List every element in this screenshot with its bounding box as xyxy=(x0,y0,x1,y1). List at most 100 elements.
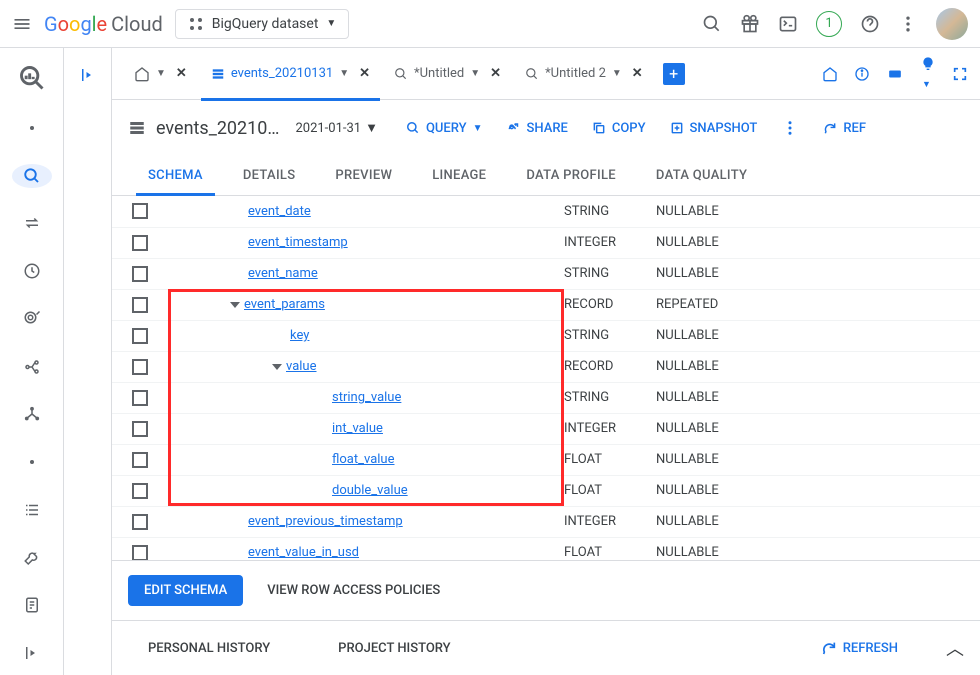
tab-lineage[interactable]: LINEAGE xyxy=(412,156,506,195)
copy-button[interactable]: COPY xyxy=(592,121,646,136)
row-checkbox[interactable] xyxy=(132,203,148,219)
notification-badge[interactable]: 1 xyxy=(816,11,842,37)
row-checkbox[interactable] xyxy=(132,514,148,530)
tab-preview[interactable]: PREVIEW xyxy=(315,156,412,195)
expand-up-icon[interactable]: ︿ xyxy=(946,635,964,661)
nav-bigquery-icon[interactable] xyxy=(12,64,52,92)
nav-clock-icon[interactable] xyxy=(12,259,52,283)
personal-history-button[interactable]: PERSONAL HISTORY xyxy=(128,641,270,656)
row-checkbox[interactable] xyxy=(132,390,148,406)
field-mode: NULLABLE xyxy=(656,258,980,289)
help-icon[interactable] xyxy=(860,14,880,34)
field-link[interactable]: event_name xyxy=(248,266,318,281)
schema-footer: EDIT SCHEMA VIEW ROW ACCESS POLICIES xyxy=(112,560,980,620)
nav-tree-icon[interactable] xyxy=(12,403,52,427)
tab-untitled-1[interactable]: *Untitled ▼ ✕ xyxy=(384,48,511,100)
close-icon[interactable]: ✕ xyxy=(176,66,187,81)
field-mode: NULLABLE xyxy=(656,320,980,351)
field-link[interactable]: value xyxy=(286,359,317,374)
info-icon[interactable] xyxy=(854,66,870,82)
tab-details[interactable]: DETAILS xyxy=(223,156,316,195)
field-link[interactable]: key xyxy=(290,328,309,343)
caret-down-icon[interactable] xyxy=(272,364,282,370)
add-tab-button[interactable]: + xyxy=(663,63,685,85)
field-link[interactable]: event_date xyxy=(248,204,311,219)
field-link[interactable]: string_value xyxy=(332,390,401,405)
search-icon[interactable] xyxy=(702,14,722,34)
schema-row: string_valueSTRINGNULLABLE xyxy=(112,382,980,413)
tab-untitled-2[interactable]: *Untitled 2 ▼ ✕ xyxy=(515,48,653,100)
google-cloud-logo[interactable]: Google Cloud xyxy=(44,12,163,36)
query-icon xyxy=(525,67,539,81)
bulb-icon[interactable]: ▼ xyxy=(920,56,936,91)
tab-events[interactable]: events_20210131 ▼ ✕ xyxy=(201,48,380,100)
row-checkbox[interactable] xyxy=(132,235,148,251)
schema-row: event_nameSTRINGNULLABLE xyxy=(112,258,980,289)
project-history-button[interactable]: PROJECT HISTORY xyxy=(318,641,450,656)
more-actions-icon[interactable] xyxy=(781,119,799,137)
row-checkbox[interactable] xyxy=(132,297,148,313)
more-icon[interactable] xyxy=(898,14,918,34)
refresh-button[interactable]: REF xyxy=(823,121,866,136)
tab-data-profile[interactable]: DATA PROFILE xyxy=(506,156,636,195)
close-icon[interactable]: ✕ xyxy=(490,66,501,81)
fullscreen-icon[interactable] xyxy=(952,66,968,82)
detail-tabs: SCHEMA DETAILS PREVIEW LINEAGE DATA PROF… xyxy=(112,156,980,196)
view-row-access-button[interactable]: VIEW ROW ACCESS POLICIES xyxy=(267,583,440,598)
row-checkbox[interactable] xyxy=(132,452,148,468)
row-checkbox[interactable] xyxy=(132,359,148,375)
nav-list-icon[interactable] xyxy=(12,498,52,522)
terminal-icon[interactable] xyxy=(778,14,798,34)
gift-icon[interactable] xyxy=(740,14,760,34)
close-icon[interactable]: ✕ xyxy=(632,66,643,81)
nav-doc-icon[interactable] xyxy=(12,594,52,618)
field-link[interactable]: event_value_in_usd xyxy=(248,545,359,560)
field-link[interactable]: double_value xyxy=(332,483,408,498)
nav-transfer-icon[interactable] xyxy=(12,212,52,236)
edit-schema-button[interactable]: EDIT SCHEMA xyxy=(128,575,243,606)
row-checkbox[interactable] xyxy=(132,483,148,499)
row-checkbox[interactable] xyxy=(132,421,148,437)
query-button[interactable]: QUERY▼ xyxy=(406,121,483,136)
nav-search-icon[interactable] xyxy=(12,164,52,188)
field-link[interactable]: int_value xyxy=(332,421,383,436)
nav-dot2-icon[interactable] xyxy=(12,450,52,474)
nav-dot-icon[interactable] xyxy=(12,116,52,140)
snapshot-button[interactable]: SNAPSHOT xyxy=(670,121,758,136)
field-link[interactable]: event_previous_timestamp xyxy=(248,514,403,529)
field-type: INTEGER xyxy=(564,227,656,258)
nav-target-icon[interactable] xyxy=(12,307,52,331)
nav-flow-icon[interactable] xyxy=(12,355,52,379)
field-type: INTEGER xyxy=(564,506,656,537)
nav-collapse-icon[interactable] xyxy=(12,641,52,665)
tab-home[interactable]: ▼ ✕ xyxy=(124,48,197,100)
schema-row: event_previous_timestampINTEGERNULLABLE xyxy=(112,506,980,537)
field-link[interactable]: event_params xyxy=(244,297,325,312)
tab-data-quality[interactable]: DATA QUALITY xyxy=(636,156,767,195)
field-mode: NULLABLE xyxy=(656,413,980,444)
refresh-history-button[interactable]: REFRESH xyxy=(821,640,898,656)
close-icon[interactable]: ✕ xyxy=(359,66,370,81)
menu-icon[interactable] xyxy=(12,14,32,34)
field-type: STRING xyxy=(564,196,656,227)
partition-date-selector[interactable]: 2021-01-31▼ xyxy=(295,120,378,136)
share-button[interactable]: SHARE xyxy=(507,121,568,136)
field-type: FLOAT xyxy=(564,537,656,560)
tab-schema[interactable]: SCHEMA xyxy=(128,156,223,195)
home-action-icon[interactable] xyxy=(822,66,838,82)
table-title: events_20210… xyxy=(156,118,279,139)
row-checkbox[interactable] xyxy=(132,545,148,561)
keyboard-icon[interactable] xyxy=(886,67,904,81)
expand-panel-icon[interactable] xyxy=(79,66,97,675)
schema-row: keySTRINGNULLABLE xyxy=(112,320,980,351)
field-link[interactable]: event_timestamp xyxy=(248,235,348,250)
field-type: FLOAT xyxy=(564,444,656,475)
project-selector[interactable]: BigQuery dataset ▼ xyxy=(175,9,350,39)
row-checkbox[interactable] xyxy=(132,328,148,344)
caret-down-icon[interactable] xyxy=(230,302,240,308)
nav-wrench-icon[interactable] xyxy=(12,546,52,570)
schema-row: event_timestampINTEGERNULLABLE xyxy=(112,227,980,258)
avatar[interactable] xyxy=(936,8,968,40)
row-checkbox[interactable] xyxy=(132,266,148,282)
field-link[interactable]: float_value xyxy=(332,452,394,467)
